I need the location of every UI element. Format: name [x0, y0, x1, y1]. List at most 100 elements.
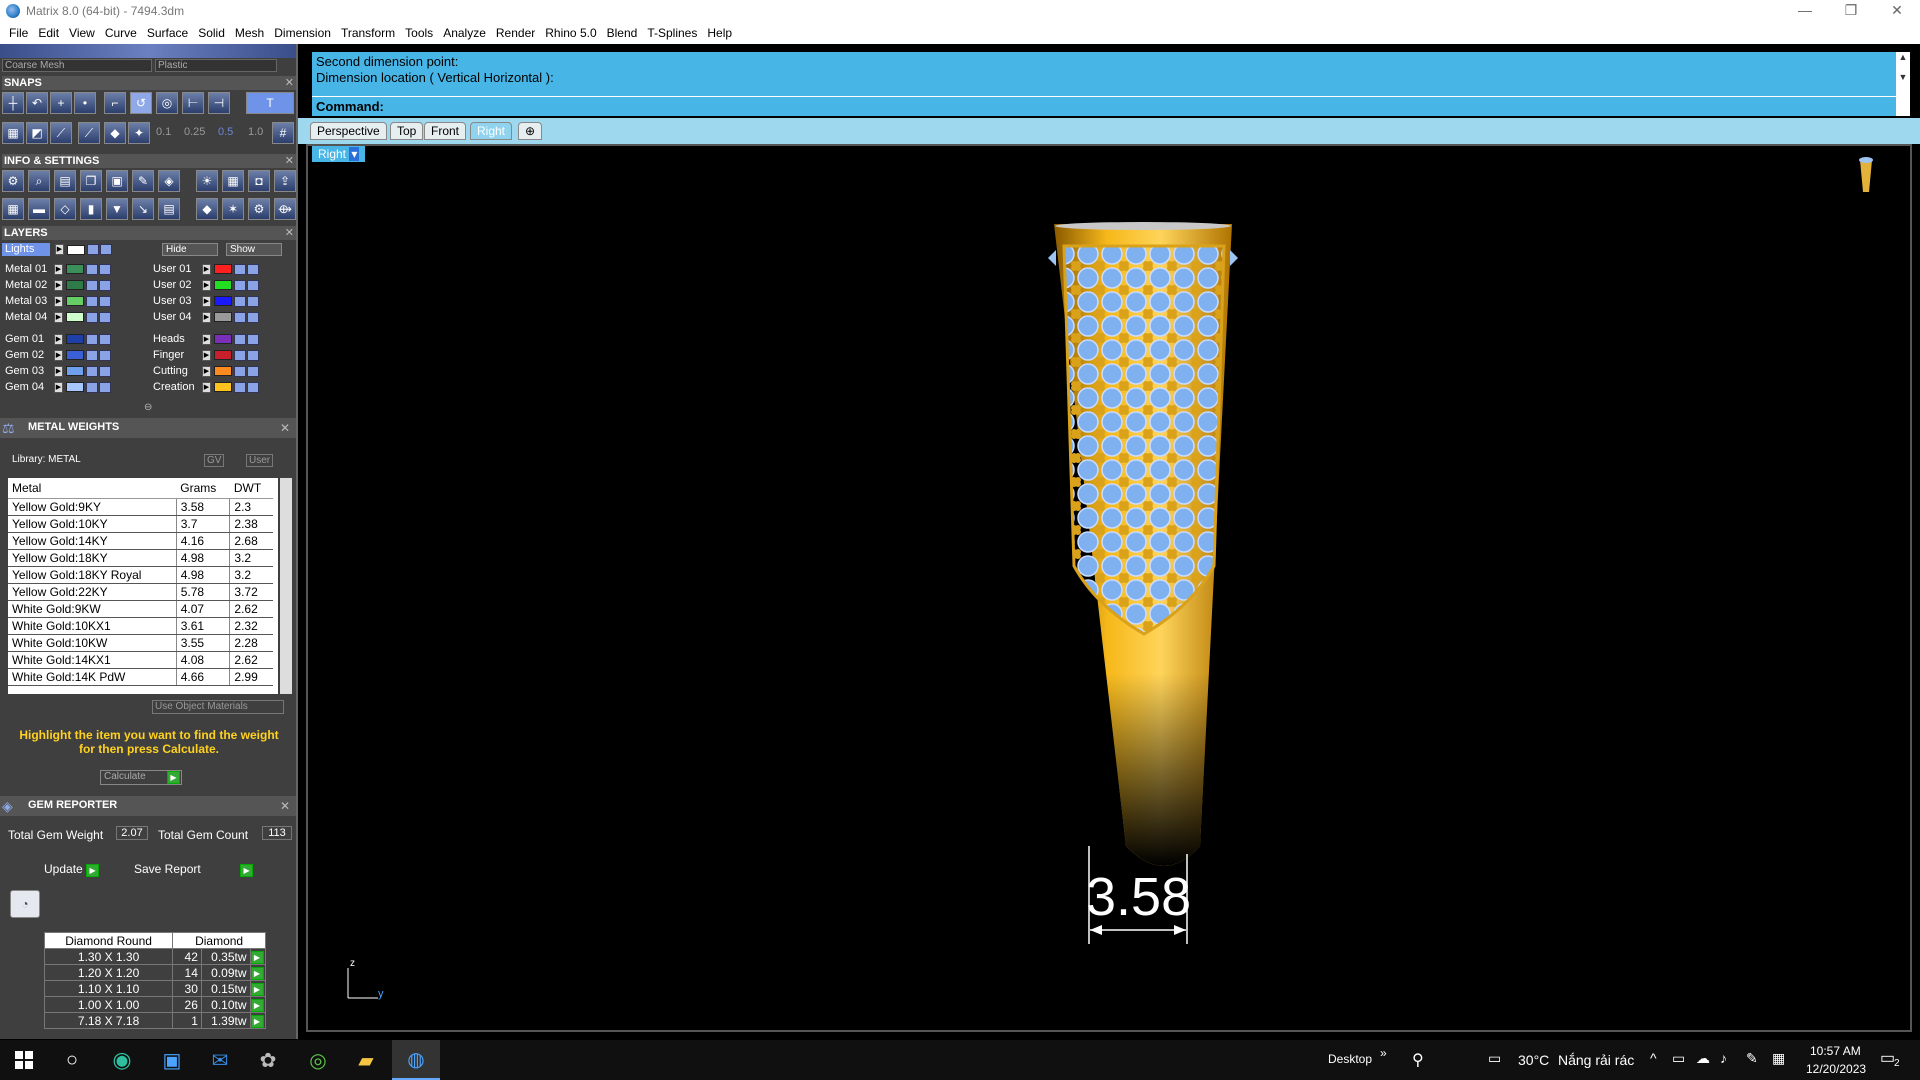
- edge-icon[interactable]: ◉: [98, 1040, 146, 1080]
- col-grams[interactable]: Grams: [176, 478, 230, 499]
- layer-row[interactable]: User 01 ▶: [150, 262, 260, 276]
- snap-toggle-icon[interactable]: T: [246, 92, 294, 114]
- matrix-app-icon[interactable]: ◍: [392, 1040, 440, 1080]
- material-select[interactable]: Plastic: [155, 59, 277, 72]
- command-input[interactable]: Command:: [312, 96, 1896, 116]
- snap-end-icon[interactable]: ┼: [2, 92, 24, 114]
- visibility-icon[interactable]: [99, 279, 111, 291]
- col-metal[interactable]: Metal: [8, 478, 177, 499]
- arrow-icon[interactable]: ▶: [202, 279, 211, 291]
- copy-icon[interactable]: ❐: [80, 170, 102, 192]
- menu-rhino[interactable]: Rhino 5.0: [540, 26, 601, 40]
- clock-time[interactable]: 10:57 AM: [1810, 1044, 1861, 1058]
- temperature[interactable]: 30°C: [1518, 1052, 1549, 1068]
- snap-near-icon[interactable]: ⌐: [104, 92, 126, 114]
- table-row[interactable]: 1.20 X 1.20 14 0.09tw ▶: [43, 964, 266, 981]
- light-icon[interactable]: ☀: [196, 170, 218, 192]
- store-icon[interactable]: ▣: [148, 1040, 196, 1080]
- folder-icon[interactable]: ▰: [342, 1040, 390, 1080]
- visibility-icon[interactable]: [99, 381, 111, 393]
- layer-row[interactable]: Finger ▶: [150, 348, 260, 362]
- people-icon[interactable]: ⚲: [1412, 1050, 1424, 1070]
- arrow-icon[interactable]: ▶: [54, 365, 63, 377]
- app-green-icon[interactable]: ◎: [294, 1040, 342, 1080]
- color-swatch[interactable]: [66, 280, 84, 290]
- solid-icon[interactable]: ▮: [80, 198, 102, 220]
- menu-tsplines[interactable]: T-Splines: [642, 26, 702, 40]
- lock-icon[interactable]: [86, 333, 98, 345]
- layer-row[interactable]: Metal 02 ▶: [2, 278, 112, 292]
- cube-icon[interactable]: ◈: [158, 170, 180, 192]
- snap-center-icon[interactable]: +: [50, 92, 72, 114]
- close-icon[interactable]: ✕: [285, 226, 294, 240]
- color-swatch[interactable]: [66, 296, 84, 306]
- snap-point-icon[interactable]: •: [74, 92, 96, 114]
- layer-row[interactable]: Cutting ▶: [150, 364, 260, 378]
- gv-button[interactable]: GV: [204, 454, 225, 467]
- table-row[interactable]: Yellow Gold:18KY Royal 4.98 3.2: [8, 566, 273, 584]
- visibility-icon[interactable]: [247, 381, 259, 393]
- arrow-icon[interactable]: ▶: [54, 295, 63, 307]
- table-row[interactable]: Yellow Gold:14KY 4.16 2.68: [8, 532, 273, 550]
- lock-icon[interactable]: [86, 263, 98, 275]
- minimize-button[interactable]: —: [1782, 0, 1828, 22]
- diamond-round-icon[interactable]: ◔: [10, 890, 40, 918]
- layer-row[interactable]: Metal 04 ▶: [2, 310, 112, 324]
- filter-icon[interactable]: ▼: [106, 198, 128, 220]
- weather-icon[interactable]: ▭: [1488, 1050, 1501, 1067]
- gem-action[interactable]: ▶: [249, 1012, 266, 1029]
- arrow-icon[interactable]: ▶: [55, 244, 64, 255]
- gem-action[interactable]: ▶: [249, 948, 266, 965]
- color-swatch[interactable]: [66, 312, 84, 322]
- show-button[interactable]: Show: [226, 243, 282, 256]
- lock-icon[interactable]: [86, 365, 98, 377]
- arrow-icon[interactable]: ▶: [54, 279, 63, 291]
- layer-row[interactable]: Heads ▶: [150, 332, 260, 346]
- menu-help[interactable]: Help: [702, 26, 737, 40]
- edit-icon[interactable]: ✎: [132, 170, 154, 192]
- table-icon[interactable]: ▤: [158, 198, 180, 220]
- keyboard-icon[interactable]: ▦: [1772, 1050, 1785, 1067]
- visibility-icon[interactable]: [247, 263, 259, 275]
- table-row[interactable]: Yellow Gold:9KY 3.58 2.3: [8, 498, 273, 516]
- menu-solid[interactable]: Solid: [193, 26, 230, 40]
- visibility-icon[interactable]: [100, 244, 112, 255]
- gem-action[interactable]: ▶: [249, 980, 266, 997]
- use-object-materials[interactable]: Use Object Materials: [152, 700, 284, 714]
- gem-tool-icon[interactable]: ◆: [196, 198, 218, 220]
- color-swatch[interactable]: [214, 312, 232, 322]
- lock-icon[interactable]: [86, 381, 98, 393]
- gem-action[interactable]: ▶: [249, 964, 266, 981]
- app-icon[interactable]: ✿: [244, 1040, 292, 1080]
- chevron-icon[interactable]: »: [1380, 1046, 1387, 1060]
- calculate-button[interactable]: Calculate ▶: [100, 770, 182, 785]
- table-row[interactable]: 1.30 X 1.30 42 0.35tw ▶: [43, 948, 266, 965]
- visibility-icon[interactable]: [247, 333, 259, 345]
- color-swatch[interactable]: [214, 296, 232, 306]
- visibility-icon[interactable]: [247, 295, 259, 307]
- table-row[interactable]: 7.18 X 7.18 1 1.39tw ▶: [43, 1012, 266, 1029]
- table-row[interactable]: 1.10 X 1.10 30 0.15tw ▶: [43, 980, 266, 997]
- menu-blend[interactable]: Blend: [602, 26, 643, 40]
- scrollbar[interactable]: [280, 478, 292, 694]
- color-swatch[interactable]: [214, 382, 232, 392]
- close-icon[interactable]: ✕: [280, 799, 290, 813]
- color-swatch[interactable]: [214, 334, 232, 344]
- lock-icon[interactable]: [234, 295, 246, 307]
- snap-curve-icon[interactable]: ↶: [26, 92, 48, 114]
- visibility-icon[interactable]: [99, 333, 111, 345]
- layer-row[interactable]: Gem 03 ▶: [2, 364, 112, 378]
- arrow-icon[interactable]: ▶: [202, 311, 211, 323]
- color-swatch[interactable]: [67, 244, 85, 255]
- arrow-icon[interactable]: ▶: [202, 381, 211, 393]
- color-swatch[interactable]: [66, 366, 84, 376]
- table-row[interactable]: White Gold:9KW 4.07 2.62: [8, 600, 273, 618]
- tray-chevron-icon[interactable]: ^: [1650, 1050, 1657, 1066]
- gumball-icon[interactable]: ◆: [104, 122, 126, 144]
- settings-icon[interactable]: ⚙: [2, 170, 24, 192]
- command-scrollbar[interactable]: ▲ ▼: [1896, 52, 1910, 116]
- lock-icon[interactable]: [86, 279, 98, 291]
- panel-icon[interactable]: ▬: [28, 198, 50, 220]
- table-row[interactable]: Yellow Gold:10KY 3.7 2.38: [8, 515, 273, 533]
- snap-value-1[interactable]: 0.1: [156, 126, 171, 138]
